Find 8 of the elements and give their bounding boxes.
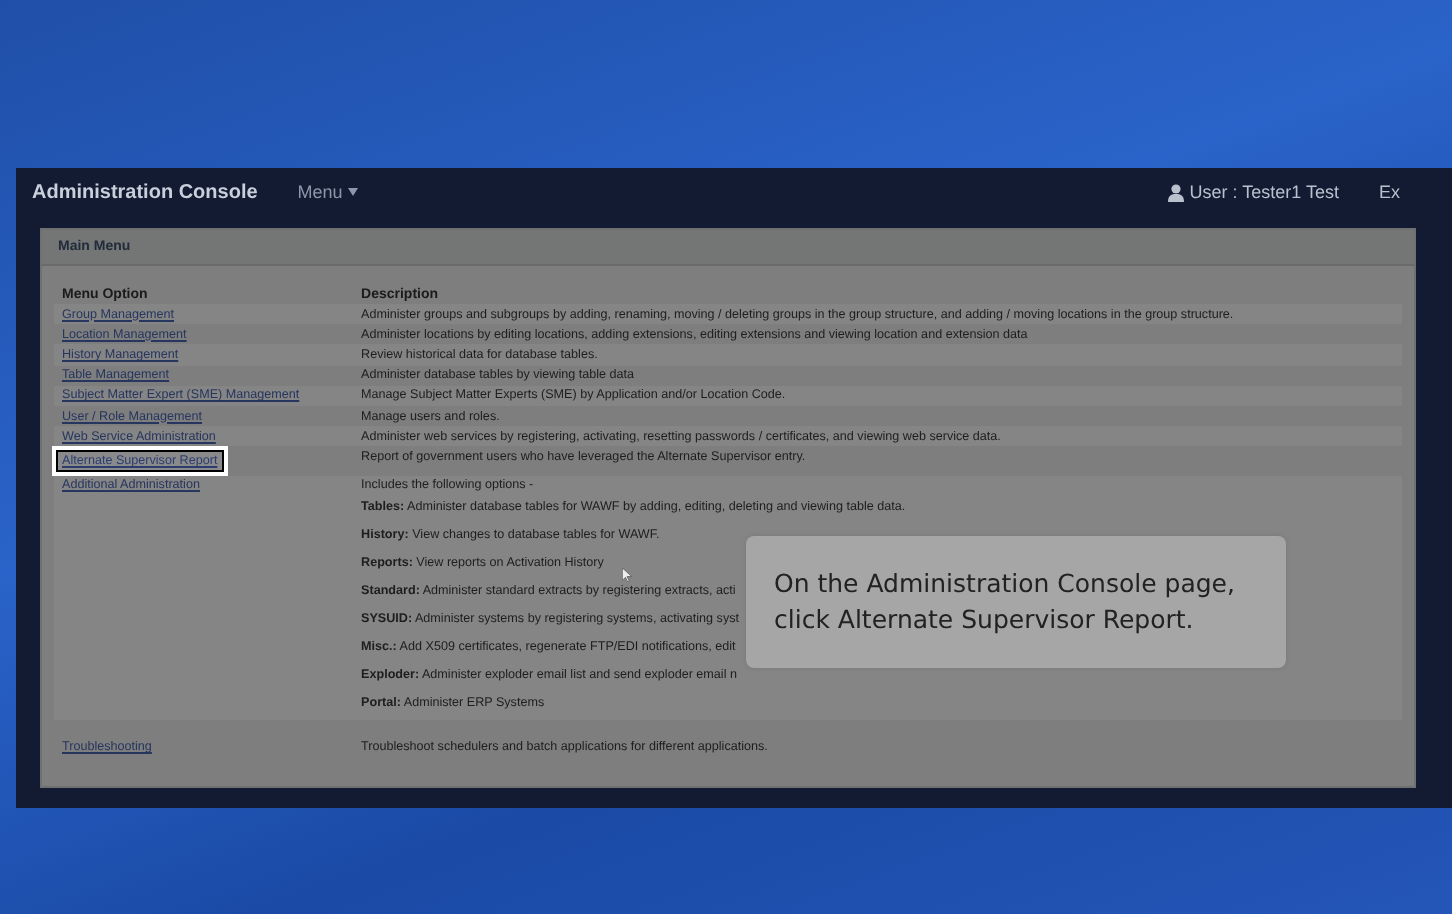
header-link[interactable]: Ex — [1378, 182, 1400, 202]
cursor-icon — [622, 568, 632, 582]
app-title: Administration Console — [32, 181, 258, 203]
user-link[interactable]: User : Tester1 Test — [1167, 182, 1339, 202]
caret-icon — [348, 188, 359, 196]
instruction-callout: On the Administration Console page, click Alternate Supervisor Report. — [746, 536, 1286, 668]
menu-link[interactable]: Menu — [297, 182, 359, 202]
person-icon — [1167, 183, 1184, 201]
